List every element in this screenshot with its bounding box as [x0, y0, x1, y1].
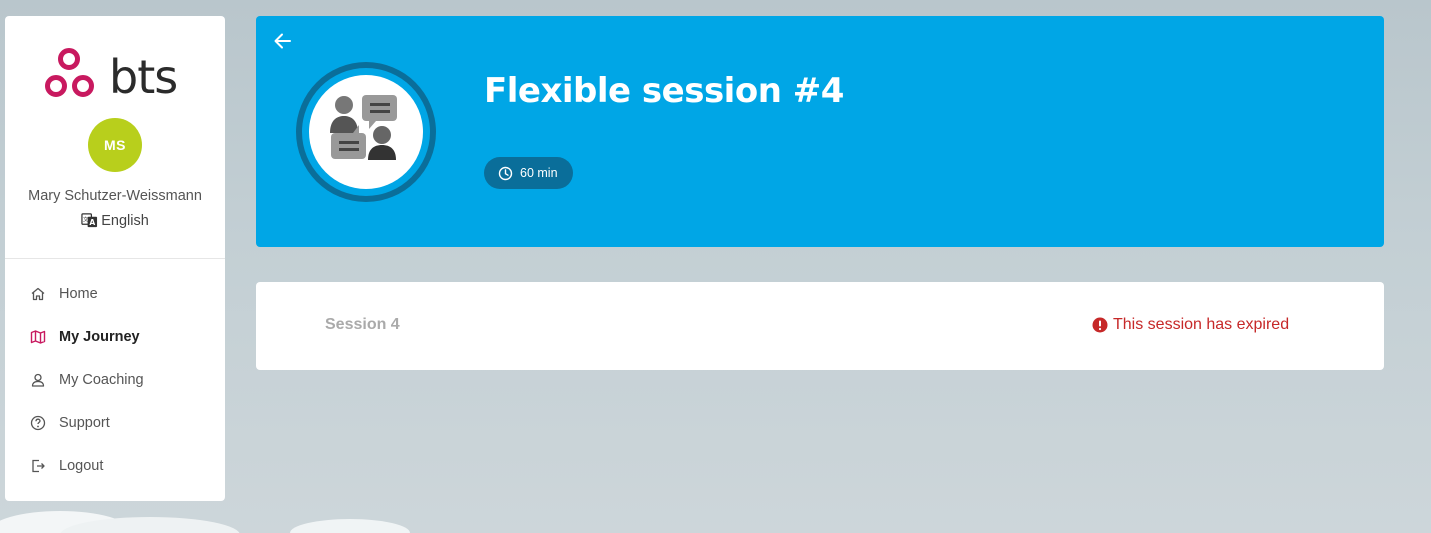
- sidebar-divider: [5, 258, 225, 259]
- svg-text:文: 文: [83, 215, 89, 223]
- logo-text: bts: [109, 50, 178, 104]
- logout-icon: [32, 459, 45, 472]
- duration-badge: 60 min: [484, 157, 573, 189]
- sidebar-nav: Home My Journey My Coaching Support Logo…: [5, 272, 225, 487]
- session-card[interactable]: Session 4 This session has expired: [256, 282, 1384, 370]
- sidebar-item-my-journey[interactable]: My Journey: [5, 315, 225, 358]
- sidebar-item-label: Home: [59, 285, 98, 302]
- sidebar-item-home[interactable]: Home: [5, 272, 225, 315]
- sidebar-item-label: Support: [59, 414, 110, 431]
- language-label: English: [101, 212, 149, 229]
- help-circle-icon: [30, 415, 46, 430]
- alert-circle-icon: [1092, 317, 1108, 333]
- bts-logo[interactable]: bts: [45, 46, 190, 118]
- translate-icon: A 文: [81, 213, 98, 227]
- bts-logo-mark: [45, 48, 94, 97]
- language-selector[interactable]: A 文 English: [5, 212, 225, 229]
- sidebar-item-my-coaching[interactable]: My Coaching: [5, 358, 225, 401]
- conversation-icon: [296, 62, 436, 202]
- back-arrow-icon[interactable]: [272, 30, 294, 52]
- duration-label: 60 min: [520, 166, 558, 180]
- map-icon: [30, 329, 46, 344]
- sidebar-item-logout[interactable]: Logout: [5, 444, 225, 487]
- session-header: Flexible session #4 60 min: [256, 16, 1384, 247]
- avatar[interactable]: MS: [88, 118, 142, 172]
- expired-status-text: This session has expired: [1113, 316, 1290, 333]
- sidebar-item-label: Logout: [59, 457, 104, 474]
- expired-status: This session has expired: [1092, 316, 1289, 334]
- page-title: Flexible session #4: [484, 71, 844, 111]
- home-icon: [31, 287, 45, 300]
- clock-icon: [498, 166, 513, 180]
- sidebar: bts MS Mary Schutzer-Weissmann A 文 Engli…: [5, 16, 225, 501]
- svg-text:A: A: [90, 218, 96, 227]
- user-icon: [31, 373, 45, 387]
- sidebar-item-support[interactable]: Support: [5, 401, 225, 444]
- sidebar-item-label: My Coaching: [59, 371, 144, 388]
- sidebar-item-label: My Journey: [59, 328, 140, 345]
- session-card-title: Session 4: [325, 316, 400, 333]
- user-name: Mary Schutzer-Weissmann: [28, 188, 202, 204]
